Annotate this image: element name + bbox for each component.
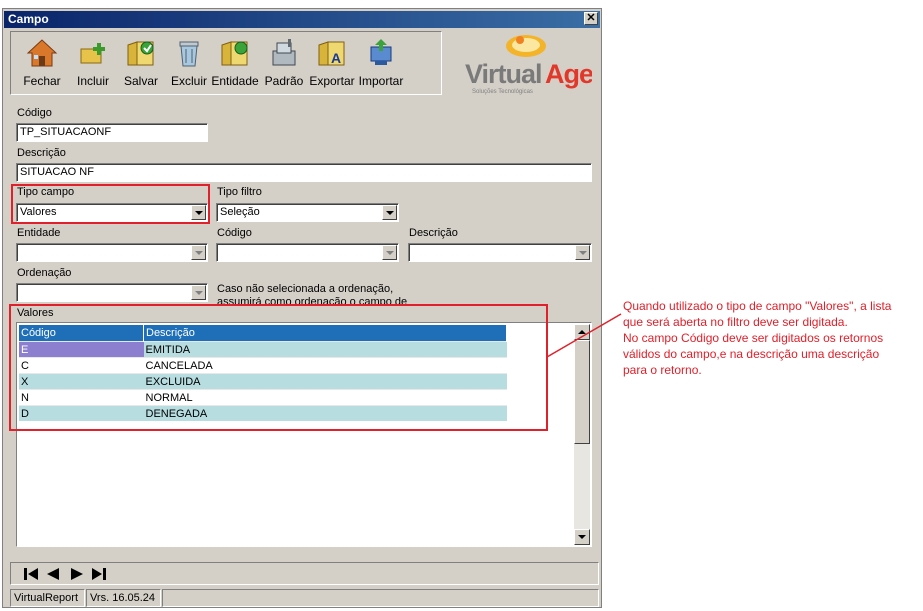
- toolbar: Fechar Incluir Salvar Excluir Entidade P…: [10, 31, 442, 95]
- excluir-label: Excluir: [170, 74, 207, 88]
- chevron-down-icon[interactable]: [382, 245, 397, 260]
- tipo-filtro-select[interactable]: Seleção: [216, 203, 399, 222]
- scroll-down-button[interactable]: [574, 529, 590, 545]
- default-icon: [272, 39, 296, 66]
- home-icon: [26, 39, 58, 67]
- importar-button[interactable]: Importar: [357, 34, 405, 92]
- valores-highlight: [9, 304, 548, 431]
- window-title: Campo: [8, 12, 49, 26]
- chevron-down-icon: [578, 535, 586, 539]
- svg-text:Soluções Tecnológicas: Soluções Tecnológicas: [472, 89, 533, 95]
- tipo-filtro-value: Seleção: [220, 206, 260, 218]
- codigo-label: Código: [17, 107, 52, 119]
- entidade-label: Entidade: [211, 74, 259, 88]
- fechar-label: Fechar: [23, 74, 61, 88]
- ordenacao-note: Caso não selecionada a ordenação, assumi…: [217, 283, 408, 304]
- exportar-button[interactable]: A Exportar: [307, 34, 357, 92]
- trash-icon: [179, 41, 199, 67]
- entidade-codigo-label: Código: [217, 227, 252, 239]
- last-record-icon[interactable]: [91, 567, 107, 581]
- next-record-icon[interactable]: [69, 567, 85, 581]
- entidade-label: Entidade: [17, 227, 61, 239]
- salvar-button[interactable]: Salvar: [117, 34, 165, 92]
- chevron-down-icon[interactable]: [191, 245, 206, 260]
- virtualage-logo: Virtual Age Soluções Tecnológicas: [462, 32, 595, 96]
- codigo-input[interactable]: TP_SITUACAONF: [16, 123, 208, 142]
- salvar-label: Salvar: [123, 74, 158, 88]
- save-icon: [127, 41, 154, 66]
- add-icon: [80, 43, 105, 64]
- chevron-down-icon[interactable]: [382, 205, 397, 220]
- exportar-label: Exportar: [309, 74, 355, 88]
- ordenacao-label: Ordenação: [17, 267, 72, 279]
- svg-text:Virtual: Virtual: [465, 59, 542, 89]
- tipo-filtro-label: Tipo filtro: [217, 186, 262, 198]
- descricao-input[interactable]: SITUACAO NF: [16, 163, 592, 182]
- padrao-button[interactable]: Padrão: [261, 34, 307, 92]
- svg-text:A: A: [331, 50, 341, 66]
- entity-icon: [221, 41, 248, 66]
- annotation-line: que será aberta no filtro deve ser digit…: [623, 315, 848, 329]
- status-version: Vrs. 16.05.24: [86, 589, 161, 607]
- export-icon: A: [318, 41, 345, 66]
- entidade-select[interactable]: [16, 243, 208, 262]
- annotation-line: No campo Código deve ser digitados os re…: [623, 331, 884, 345]
- first-record-icon[interactable]: [23, 567, 39, 581]
- excluir-button[interactable]: Excluir: [165, 34, 213, 92]
- title-bar[interactable]: Campo ✕: [4, 11, 600, 28]
- import-icon: [370, 39, 392, 65]
- entidade-codigo-select[interactable]: [216, 243, 399, 262]
- chevron-down-icon[interactable]: [575, 245, 590, 260]
- status-empty: [162, 589, 599, 607]
- close-button[interactable]: ✕: [584, 12, 598, 25]
- entidade-button[interactable]: Entidade: [211, 34, 259, 92]
- fechar-button[interactable]: Fechar: [15, 34, 69, 92]
- status-app-name: VirtualReport: [10, 589, 85, 607]
- incluir-label: Incluir: [76, 74, 109, 88]
- tipo-campo-highlight: [11, 184, 210, 224]
- chevron-down-icon[interactable]: [191, 285, 206, 300]
- svg-text:Age: Age: [545, 59, 592, 89]
- status-bar: VirtualReport Vrs. 16.05.24: [10, 589, 599, 607]
- descricao-label: Descrição: [17, 147, 66, 159]
- annotation-line: para o retorno.: [623, 363, 702, 377]
- annotation-note: Quando utilizado o tipo de campo "Valore…: [623, 298, 923, 378]
- padrao-label: Padrão: [264, 74, 304, 88]
- annotation-line: Quando utilizado o tipo de campo "Valore…: [623, 299, 892, 313]
- annotation-pointer-line: [546, 313, 622, 358]
- entidade-descricao-label: Descrição: [409, 227, 458, 239]
- entidade-descricao-select[interactable]: [408, 243, 592, 262]
- importar-label: Importar: [358, 74, 404, 88]
- ordenacao-select[interactable]: [16, 283, 208, 302]
- prior-record-icon[interactable]: [45, 567, 61, 581]
- annotation-line: válidos do campo,e na descrição uma desc…: [623, 347, 880, 361]
- incluir-button[interactable]: Incluir: [69, 34, 117, 92]
- record-navigator: [10, 562, 599, 585]
